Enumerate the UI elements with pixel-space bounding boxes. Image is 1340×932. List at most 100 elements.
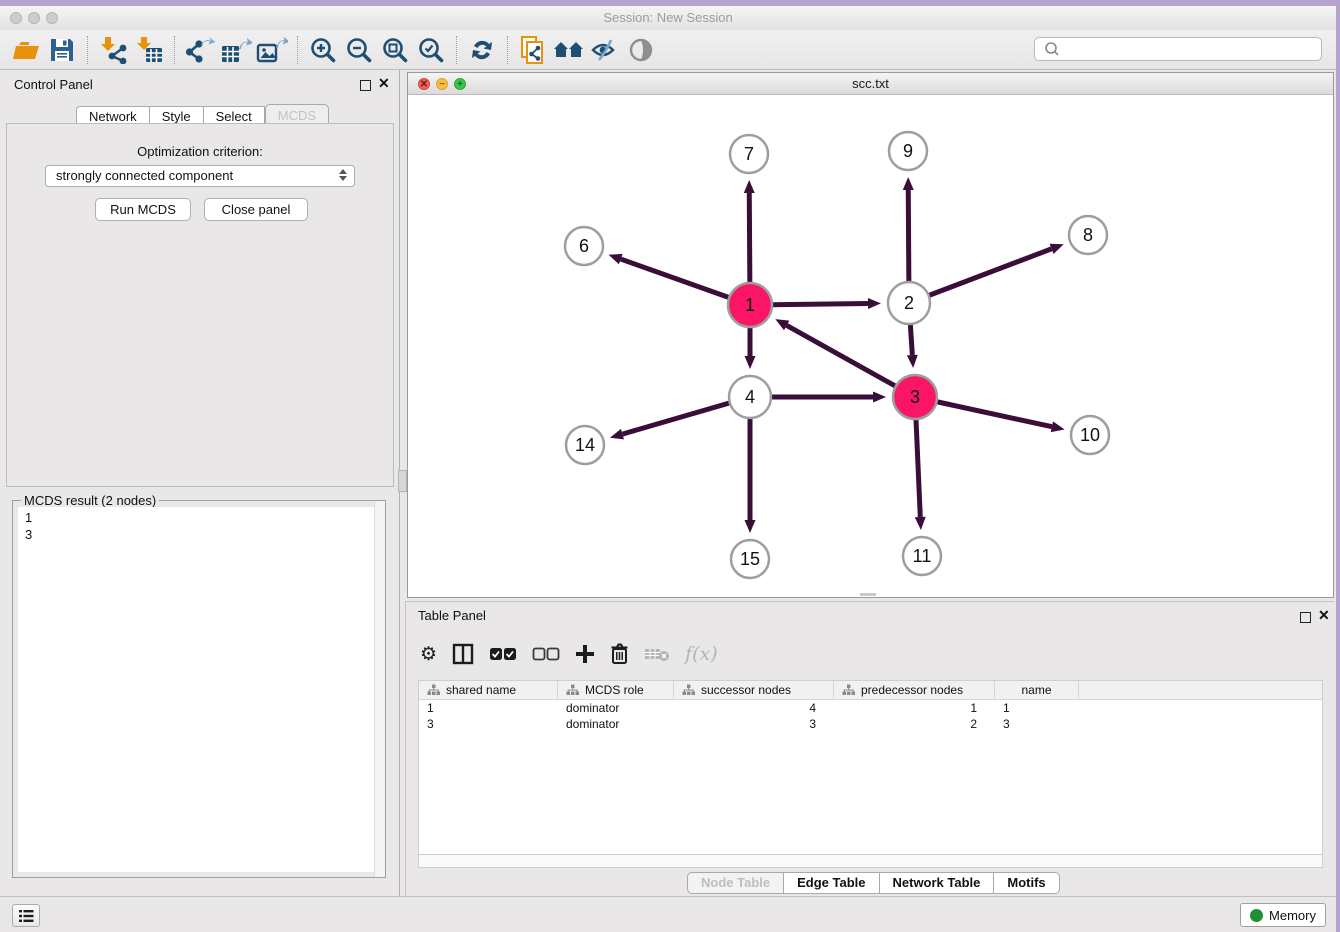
- close-panel-icon[interactable]: ✕: [378, 78, 390, 89]
- tree-icon: [842, 684, 855, 696]
- graph-node-label-15: 15: [740, 549, 760, 569]
- control-panel: Control Panel ✕ Network Style Select MCD…: [0, 70, 400, 896]
- graph-arrowhead: [1051, 421, 1065, 432]
- tab-node-table[interactable]: Node Table: [687, 872, 784, 894]
- graph-node-label-3: 3: [910, 387, 920, 407]
- app-titlebar: Session: New Session: [0, 6, 1336, 30]
- table-panel-title: Table Panel: [418, 608, 486, 623]
- zoom-in-icon[interactable]: [305, 34, 341, 66]
- add-column-icon[interactable]: [575, 644, 595, 664]
- export-image-icon[interactable]: [254, 34, 290, 66]
- tree-icon: [566, 684, 579, 696]
- float-panel-icon[interactable]: [360, 78, 371, 96]
- graph-node-label-8: 8: [1083, 225, 1093, 245]
- minimize-window-button[interactable]: [28, 12, 40, 24]
- split-columns-icon[interactable]: [452, 643, 474, 665]
- network-window-titlebar: ✕ − + scc.txt: [408, 73, 1333, 95]
- tab-network-table[interactable]: Network Table: [880, 872, 995, 894]
- graph-node-label-7: 7: [744, 144, 754, 164]
- memory-status-icon: [1250, 909, 1263, 922]
- close-view-button[interactable]: ✕: [418, 78, 430, 90]
- list-icon: [18, 909, 34, 923]
- tab-edge-table[interactable]: Edge Table: [784, 872, 879, 894]
- graph-arrowhead: [1050, 244, 1064, 254]
- search-input[interactable]: [1065, 39, 1321, 59]
- graph-node-label-14: 14: [575, 435, 595, 455]
- first-neighbors-icon[interactable]: [551, 34, 587, 66]
- table-row[interactable]: 3 dominator 3 2 3: [419, 716, 1322, 732]
- close-table-panel-icon[interactable]: ✕: [1318, 610, 1330, 621]
- refresh-icon[interactable]: [464, 34, 500, 66]
- graph-arrowhead: [745, 356, 756, 369]
- selected-criterion: strongly connected component: [56, 168, 233, 183]
- minimize-view-button[interactable]: −: [436, 78, 448, 90]
- tree-icon: [682, 684, 695, 696]
- network-title: scc.txt: [408, 73, 1333, 94]
- column-header-shared-name[interactable]: shared name: [419, 681, 558, 699]
- mcds-panel: Optimization criterion: strongly connect…: [6, 123, 394, 487]
- maximize-window-button[interactable]: [46, 12, 58, 24]
- table-tabs: Node Table Edge Table Network Table Moti…: [687, 872, 1060, 894]
- graph-node-label-10: 10: [1080, 425, 1100, 445]
- open-session-icon[interactable]: [8, 34, 44, 66]
- control-panel-header: Control Panel ✕: [0, 70, 399, 98]
- table-row[interactable]: 1 dominator 4 1 1: [419, 700, 1322, 716]
- column-header-successor-nodes[interactable]: successor nodes: [674, 681, 834, 699]
- graph-node-label-2: 2: [904, 293, 914, 313]
- column-header-name[interactable]: name: [995, 681, 1079, 699]
- delete-column-icon[interactable]: [610, 643, 629, 665]
- zoom-fit-icon[interactable]: [377, 34, 413, 66]
- panel-splitter-handle[interactable]: [398, 470, 407, 492]
- result-scrollbar[interactable]: [374, 501, 385, 877]
- select-all-checks-icon[interactable]: [489, 647, 517, 661]
- import-network-icon[interactable]: [95, 34, 131, 66]
- session-title: Session: New Session: [0, 6, 1336, 30]
- mcds-result-text[interactable]: 1 3: [18, 507, 380, 872]
- graph-arrowhead: [903, 177, 914, 190]
- graph-arrowhead: [873, 392, 886, 403]
- tab-motifs[interactable]: Motifs: [994, 872, 1059, 894]
- table-header-row: shared name MCDS role successor nodes pr…: [419, 681, 1322, 700]
- mcds-result-box: MCDS result (2 nodes) 1 3: [12, 500, 386, 878]
- column-header-predecessor-nodes[interactable]: predecessor nodes: [834, 681, 995, 699]
- node-table[interactable]: shared name MCDS role successor nodes pr…: [418, 680, 1323, 854]
- graph-node-label-4: 4: [745, 387, 755, 407]
- settings-gear-icon[interactable]: ⚙: [420, 643, 437, 666]
- mcds-result-title: MCDS result (2 nodes): [21, 493, 159, 508]
- status-bar: Memory: [0, 896, 1336, 932]
- select-arrows-icon: [339, 169, 347, 181]
- zoom-out-icon[interactable]: [341, 34, 377, 66]
- view-resize-grip[interactable]: [860, 593, 876, 596]
- app-window: Session: New Session: [0, 6, 1336, 926]
- graph-arrowhead: [915, 517, 926, 530]
- task-history-button[interactable]: [12, 904, 40, 927]
- export-table-icon[interactable]: [218, 34, 254, 66]
- export-network-icon[interactable]: [182, 34, 218, 66]
- hide-selected-eye-icon[interactable]: [587, 34, 623, 66]
- duplicate-network-icon[interactable]: [515, 34, 551, 66]
- deselect-all-checks-icon[interactable]: [532, 647, 560, 661]
- graph-edge-2-8[interactable]: [909, 249, 1052, 303]
- search-box[interactable]: [1034, 37, 1322, 61]
- memory-button[interactable]: Memory: [1240, 903, 1326, 927]
- memory-label: Memory: [1269, 908, 1316, 923]
- import-table-icon[interactable]: [131, 34, 167, 66]
- save-session-icon[interactable]: [44, 34, 80, 66]
- table-toolbar: ⚙ f(x): [420, 634, 718, 674]
- show-all-eye-icon[interactable]: [623, 34, 659, 66]
- zoom-selected-icon[interactable]: [413, 34, 449, 66]
- network-canvas[interactable]: 1234678910111415: [408, 95, 1333, 598]
- column-header-mcds-role[interactable]: MCDS role: [558, 681, 674, 699]
- float-table-panel-icon[interactable]: [1300, 610, 1311, 628]
- delete-table-icon[interactable]: [644, 646, 670, 662]
- optimization-criterion-select[interactable]: strongly connected component: [45, 165, 355, 187]
- run-mcds-button[interactable]: Run MCDS: [95, 198, 191, 221]
- table-horizontal-scrollbar[interactable]: [418, 854, 1323, 868]
- maximize-view-button[interactable]: +: [454, 78, 466, 90]
- close-panel-button[interactable]: Close panel: [204, 198, 308, 221]
- close-window-button[interactable]: [10, 12, 22, 24]
- graph-node-label-1: 1: [745, 295, 755, 315]
- graph-arrowhead: [610, 429, 624, 440]
- graph-arrowhead: [608, 254, 622, 264]
- function-builder-icon[interactable]: f(x): [685, 643, 718, 665]
